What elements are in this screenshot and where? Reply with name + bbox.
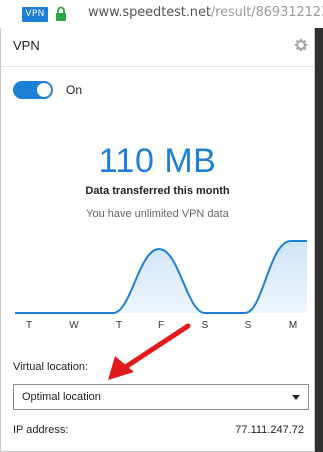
vpn-toggle[interactable]	[13, 81, 53, 99]
data-transferred-label: Data transferred this month	[85, 185, 230, 197]
chart-day-labels: T W T F S S M	[1, 320, 314, 334]
virtual-location-label: Virtual location:	[13, 361, 89, 373]
address-bar: VPN www.speedtest.net/result/8693121231	[0, 0, 323, 28]
url-path: /result/8693121231	[210, 5, 323, 20]
vpn-popup: VPN On 110 MB Data transferred this mont…	[0, 28, 315, 452]
usage-chart	[15, 240, 307, 314]
virtual-location-value: Optimal location	[22, 391, 101, 403]
ip-address-value: 77.111.247.72	[235, 424, 304, 436]
chevron-down-icon	[292, 395, 300, 400]
virtual-location-select[interactable]: Optimal location	[13, 384, 309, 410]
day-label: M	[288, 320, 298, 331]
toggle-knob	[37, 83, 51, 97]
title-divider	[1, 66, 314, 67]
lock-icon	[56, 6, 66, 21]
ip-address-label: IP address:	[13, 424, 69, 436]
toggle-label: On	[66, 83, 83, 97]
day-label: S	[201, 320, 209, 331]
usage-area	[15, 241, 307, 313]
day-label: S	[244, 320, 252, 331]
day-label: W	[69, 320, 79, 331]
vpn-badge-button[interactable]: VPN	[22, 7, 48, 22]
day-label: T	[115, 320, 123, 331]
data-transferred-value: 110 MB	[98, 142, 217, 180]
unlimited-data-note: You have unlimited VPN data	[86, 208, 229, 220]
url-host: www.speedtest.net	[88, 5, 211, 20]
popup-title: VPN	[13, 38, 40, 53]
url-field[interactable]: www.speedtest.net/result/8693121231	[88, 5, 323, 20]
day-label: T	[25, 320, 33, 331]
browser-edge	[315, 28, 323, 452]
gear-icon[interactable]	[293, 37, 309, 53]
day-label: F	[157, 320, 165, 331]
